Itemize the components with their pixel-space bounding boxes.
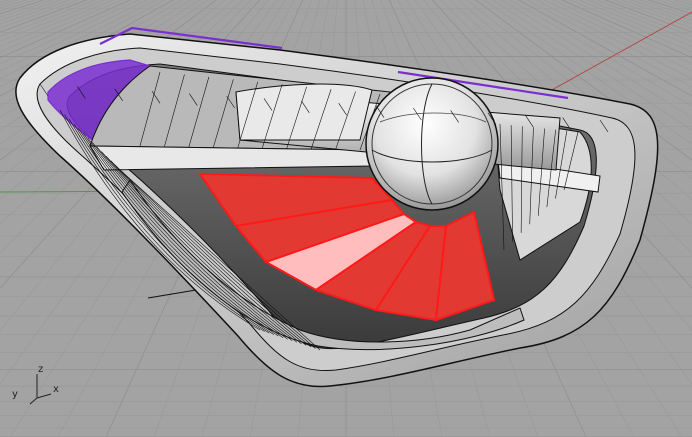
- model-headlamp-housing[interactable]: [15, 26, 659, 388]
- axis-label-z: z: [38, 364, 44, 375]
- perspective-viewport[interactable]: z x y: [0, 0, 692, 437]
- axis-label-x: x: [53, 384, 59, 395]
- upper-reflector-band: [89, 145, 373, 171]
- hub-sphere[interactable]: [365, 77, 499, 211]
- viewport-canvas[interactable]: [0, 0, 692, 437]
- axis-label-y: y: [12, 389, 18, 400]
- hub-support-bar-fin: [235, 83, 373, 141]
